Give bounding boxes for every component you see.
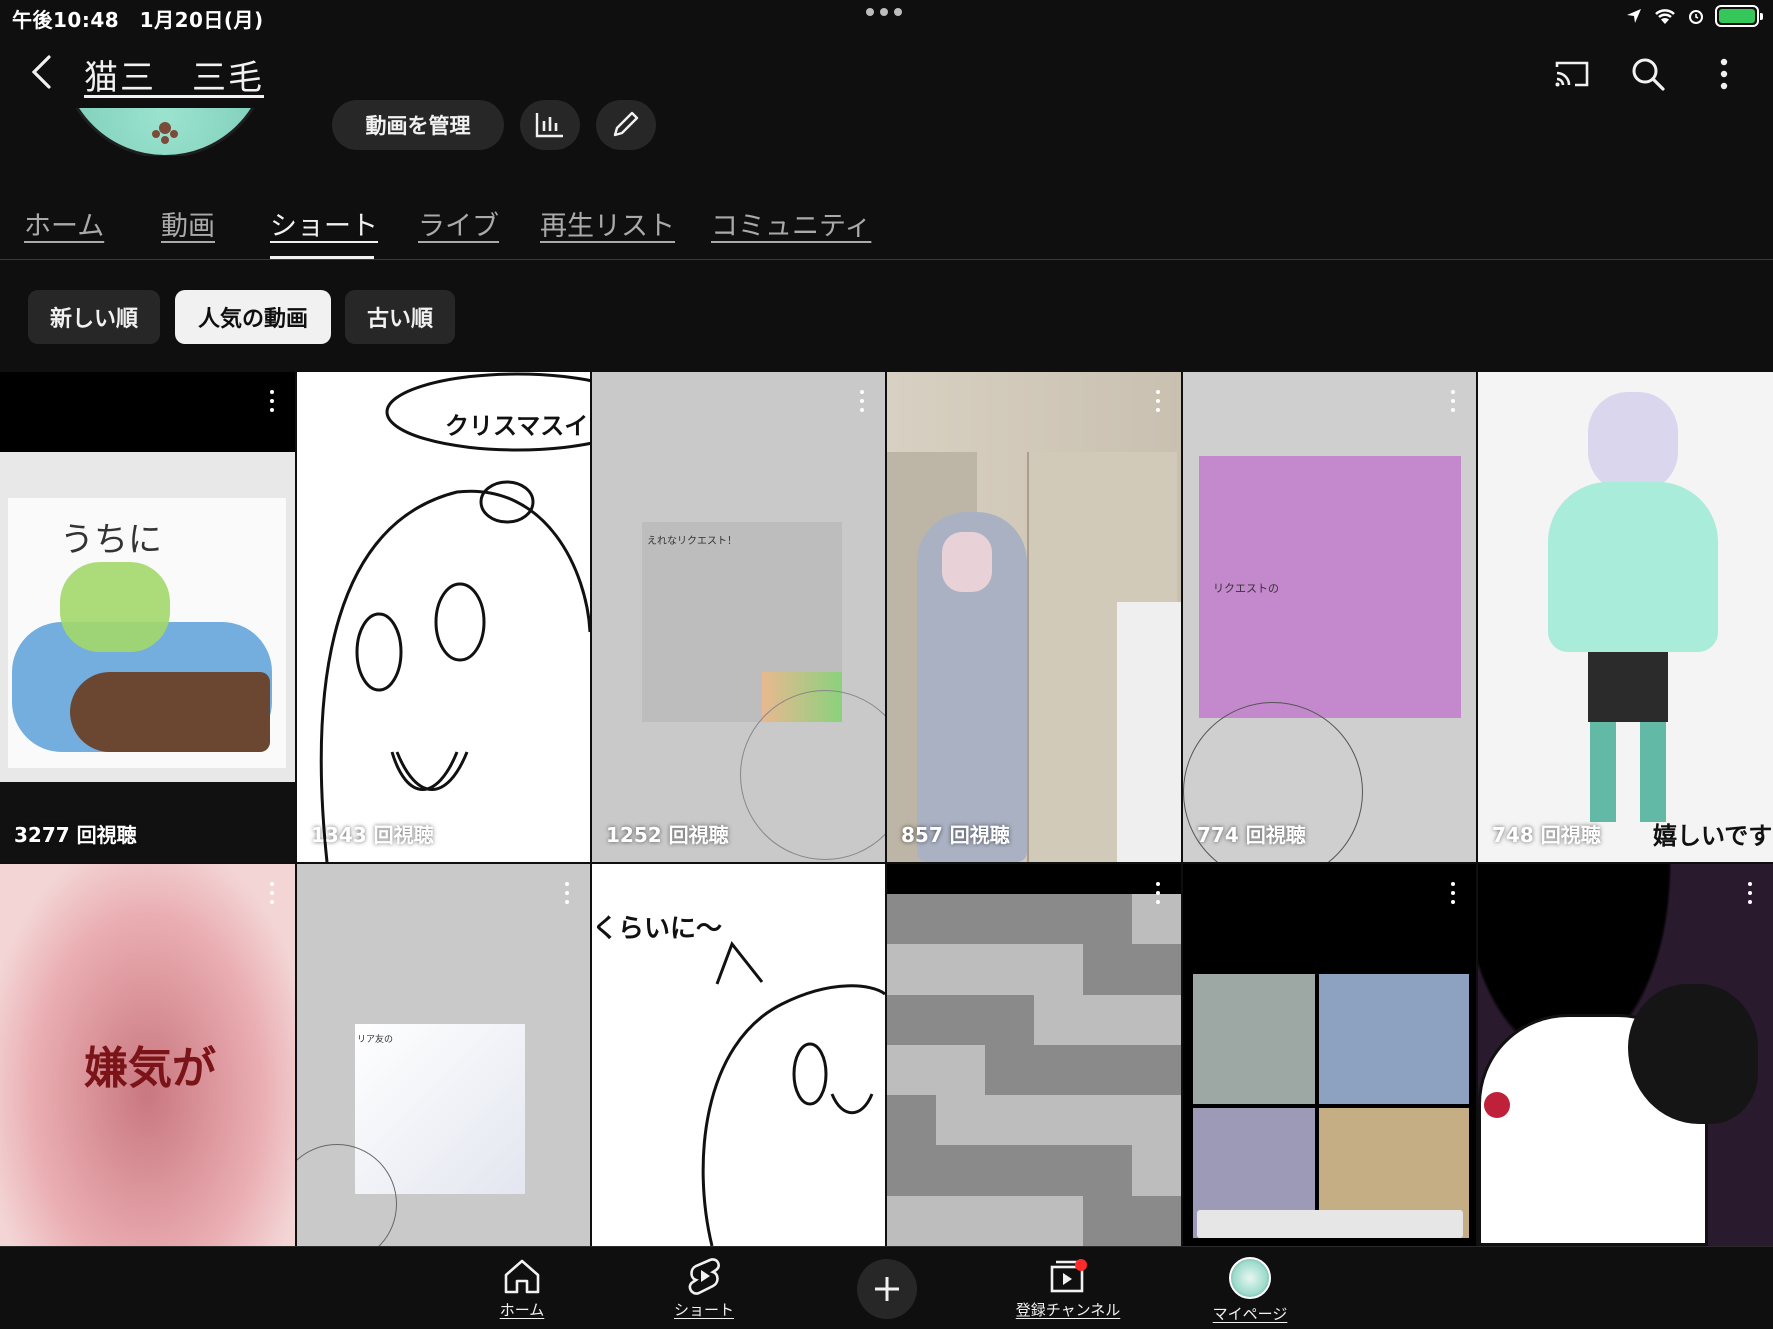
short-overlay-text: うちに [60, 520, 162, 560]
more-vert-icon[interactable] [269, 882, 275, 904]
short-tile[interactable]: 857 回視聴 [887, 372, 1181, 862]
sort-chip-newest[interactable]: 新しい順 [28, 290, 160, 344]
nav-home[interactable]: ホーム [452, 1257, 592, 1320]
short-tile[interactable] [1183, 864, 1476, 1246]
tab-playlists[interactable]: 再生リスト [540, 204, 675, 243]
more-vert-icon[interactable] [1155, 390, 1161, 412]
sort-chip-oldest[interactable]: 古い順 [345, 290, 455, 344]
status-time: 午後10:48 1月20日(月) [12, 8, 264, 32]
tab-live[interactable]: ライブ [418, 204, 499, 243]
nav-subscriptions-label: 登録チャンネル [1015, 1301, 1121, 1319]
nav-shorts-label: ショート [673, 1301, 734, 1319]
more-vert-icon[interactable] [269, 390, 275, 412]
avatar [1229, 1257, 1271, 1299]
bottom-navigation: ホーム ショート 登録チャンネル マイページ [0, 1246, 1773, 1329]
back-icon [31, 55, 51, 89]
tab-community[interactable]: コミュニティ [711, 204, 871, 243]
view-count: 1343 回視聴 [311, 823, 434, 847]
sort-chip-popular[interactable]: 人気の動画 [175, 290, 331, 344]
short-tile[interactable] [1478, 864, 1773, 1246]
cat-drawing [319, 372, 590, 862]
short-tile[interactable]: くらいに〜 [592, 864, 885, 1246]
back-button[interactable] [20, 50, 64, 94]
nav-subscriptions[interactable]: 登録チャンネル [998, 1257, 1138, 1320]
view-count: 1252 回視聴 [606, 823, 729, 847]
nav-my-page[interactable]: マイページ [1180, 1257, 1320, 1324]
view-count: 3277 回視聴 [14, 823, 137, 847]
more-vert-icon[interactable] [859, 390, 865, 412]
multitasking-dots[interactable] [866, 8, 902, 16]
more-vert-icon[interactable] [1450, 390, 1456, 412]
location-icon [1627, 9, 1641, 23]
short-overlay-text: 嫌気が [84, 1043, 216, 1094]
shorts-icon [688, 1258, 720, 1295]
subscriptions-icon [1050, 1259, 1087, 1293]
alarm-icon [1689, 10, 1703, 24]
short-tile[interactable]: うちに 3277 回視聴 [0, 372, 295, 862]
short-overlay-text: くらいに〜 [592, 914, 723, 944]
short-overlay-text: 嬉しいです [1653, 822, 1773, 850]
home-icon [504, 1259, 540, 1294]
search-button[interactable] [1624, 50, 1672, 98]
more-vert-icon[interactable] [1450, 882, 1456, 904]
analytics-icon [535, 113, 563, 138]
tab-shorts[interactable]: ショート [270, 204, 378, 243]
shorts-grid: うちに 3277 回視聴 クリスマスイ 1343 回視聴 えれなリクエスト！ 1… [0, 372, 1773, 1246]
short-tile[interactable] [887, 864, 1181, 1246]
battery-icon [1715, 5, 1763, 27]
view-count: 857 回視聴 [901, 823, 1010, 847]
short-overlay-text: リア友の [357, 1035, 394, 1045]
cast-icon [1555, 61, 1589, 87]
nav-shorts[interactable]: ショート [634, 1257, 774, 1320]
channel-name[interactable]: 猫三 三毛 [84, 50, 264, 99]
nav-home-label: ホーム [499, 1301, 545, 1319]
channel-avatar[interactable] [60, 108, 270, 156]
short-tile[interactable]: 嫌気が [0, 864, 295, 1246]
view-count: 748 回視聴 [1492, 823, 1601, 847]
short-tile[interactable]: 嬉しいです 748 回視聴 [1478, 372, 1773, 862]
avatar-flower-icon [152, 122, 178, 144]
active-tab-indicator [270, 256, 374, 259]
status-icons [1625, 5, 1763, 27]
manage-videos-button[interactable]: 動画を管理 [332, 100, 504, 150]
short-overlay-text: クリスマスイ [445, 412, 589, 440]
channel-header: 猫三 三毛 [0, 36, 1773, 108]
tab-videos[interactable]: 動画 [161, 204, 215, 243]
wifi-icon [1655, 9, 1675, 24]
search-icon [1632, 58, 1665, 91]
edit-button[interactable] [596, 100, 656, 150]
more-vert-icon [1720, 58, 1728, 90]
short-overlay-text: リクエストの [1213, 582, 1279, 595]
edit-icon [613, 111, 639, 137]
create-button[interactable] [857, 1259, 917, 1319]
more-options-button[interactable] [1700, 50, 1748, 98]
status-bar: 午後10:48 1月20日(月) [0, 0, 1773, 36]
more-vert-icon[interactable] [564, 882, 570, 904]
short-tile[interactable]: リア友の [297, 864, 590, 1246]
nav-my-page-label: マイページ [1212, 1305, 1288, 1323]
more-vert-icon[interactable] [1747, 882, 1753, 904]
create-icon [875, 1277, 899, 1301]
view-count: 774 回視聴 [1197, 823, 1306, 847]
short-tile[interactable]: リクエストの 774 回視聴 [1183, 372, 1476, 862]
short-tile[interactable]: クリスマスイ 1343 回視聴 [297, 372, 590, 862]
channel-tabs: ホーム 動画 ショート ライブ 再生リスト コミュニティ [0, 196, 1773, 260]
analytics-button[interactable] [520, 100, 580, 150]
cast-button[interactable] [1548, 50, 1596, 98]
more-vert-icon[interactable] [1155, 882, 1161, 904]
short-tile[interactable]: えれなリクエスト！ 1252 回視聴 [592, 372, 885, 862]
short-overlay-text: えれなリクエスト！ [647, 536, 737, 547]
tab-home[interactable]: ホーム [24, 204, 104, 243]
